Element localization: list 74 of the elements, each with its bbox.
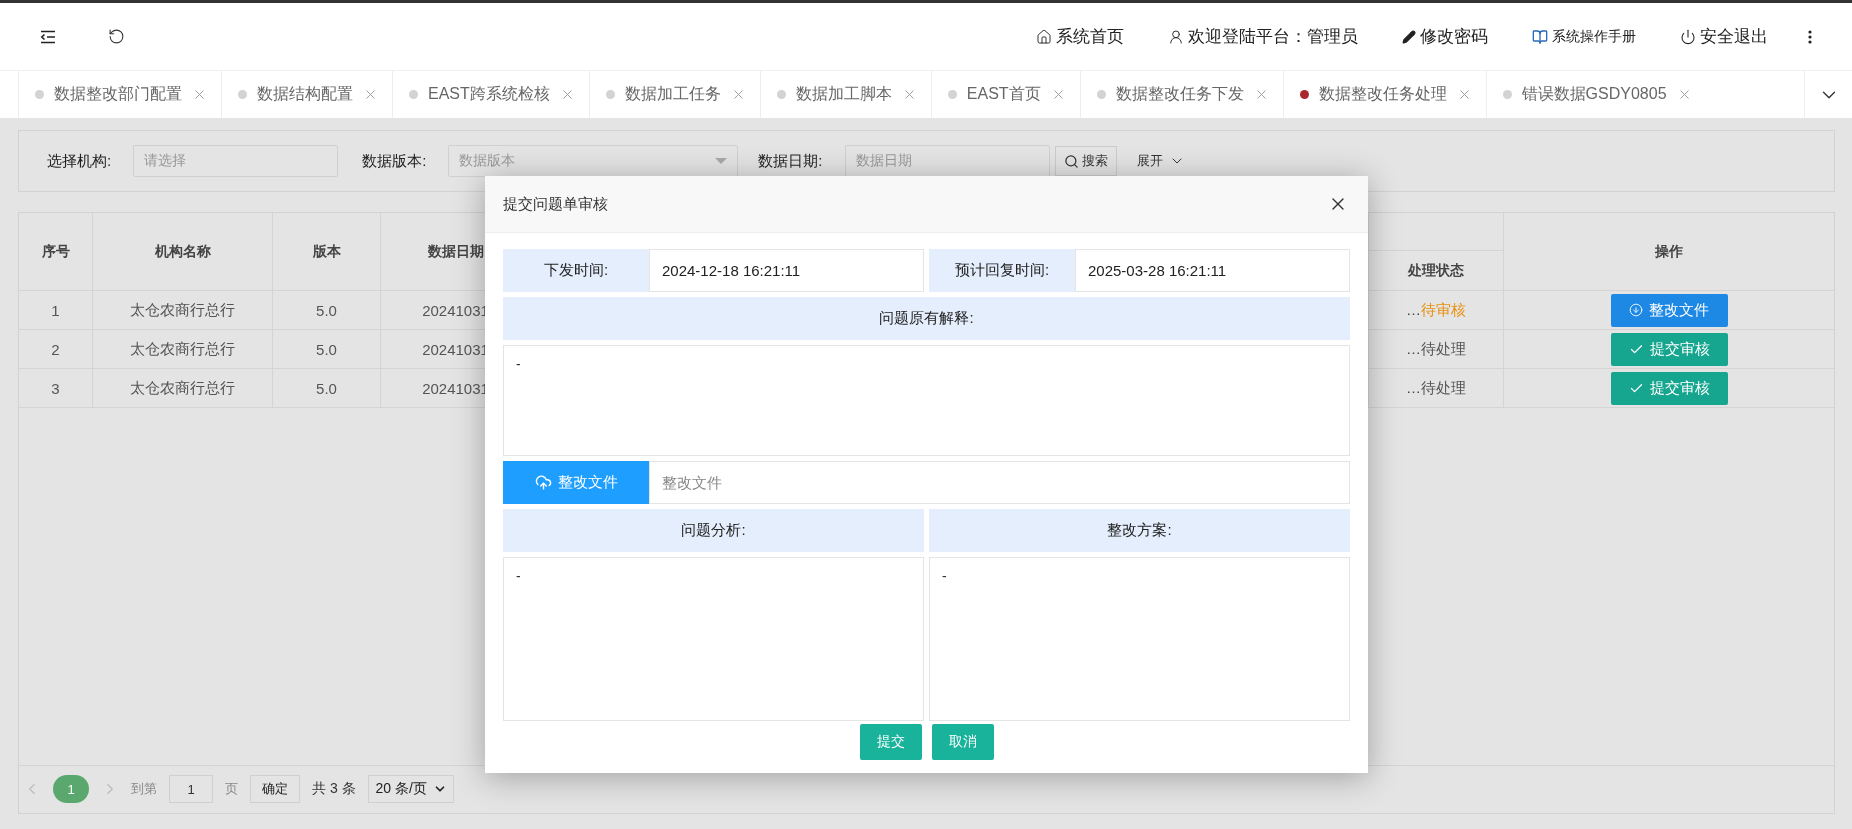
- filter-label: 数据版本:: [362, 151, 427, 171]
- nav-label: 系统操作手册: [1552, 27, 1636, 46]
- download-file-button[interactable]: 整改文件: [1610, 293, 1728, 327]
- section-heading: 问题分析:: [503, 509, 924, 552]
- table-cell: 太仓农商行总行: [93, 369, 273, 408]
- nav-link[interactable]: 系统操作手册: [1532, 27, 1636, 46]
- search-icon: [1063, 153, 1079, 169]
- table-cell: 2: [19, 330, 93, 369]
- expand-button[interactable]: 展开: [1130, 151, 1191, 171]
- more-icon: [1808, 29, 1812, 44]
- submit-review-button[interactable]: 提交审核: [1610, 332, 1728, 366]
- tab-label: 数据整改任务下发: [1115, 84, 1244, 104]
- tab-label: EAST跨系统检核: [428, 84, 550, 104]
- tab-label: 数据加工脚本: [795, 84, 892, 104]
- analysis-text: -: [503, 557, 924, 721]
- table-cell: 3: [19, 369, 93, 408]
- search-button[interactable]: 搜索: [1054, 146, 1117, 176]
- table-cell: 太仓农商行总行: [93, 291, 273, 330]
- nav-label: 系统首页: [1056, 26, 1124, 48]
- nav-label: 修改密码: [1420, 26, 1488, 48]
- field-value: 2025-03-28 16:21:11: [1075, 249, 1350, 292]
- field-value: 2024-12-18 16:21:11: [649, 249, 924, 292]
- page-size-select[interactable]: 20 条/页: [367, 775, 454, 803]
- column-header: 处理状态: [1407, 260, 1465, 280]
- table-cell: 1: [19, 291, 93, 330]
- page-unit: 页: [225, 780, 238, 798]
- caret-icon: [715, 158, 728, 164]
- download-icon: [1629, 303, 1643, 317]
- page-input[interactable]: 1: [169, 775, 213, 803]
- filter-label: 选择机构:: [47, 151, 112, 171]
- nav-link[interactable]: 安全退出: [1680, 25, 1768, 48]
- upload-field[interactable]: 整改文件: [649, 461, 1350, 504]
- close-icon[interactable]: [363, 87, 378, 102]
- filter-label: 数据日期:: [758, 151, 823, 171]
- status-text: …待处理: [1406, 339, 1466, 359]
- section-heading: 整改方案:: [929, 509, 1350, 552]
- column-header: 操作: [1504, 213, 1834, 291]
- refresh-icon: [108, 28, 125, 45]
- pencil-icon: [1402, 29, 1416, 44]
- power-icon: [1680, 28, 1696, 45]
- column-header: 序号: [19, 213, 93, 291]
- confirm-button[interactable]: 确定: [250, 775, 300, 803]
- tab-label: 数据结构配置: [257, 84, 353, 104]
- field-label: 预计回复时间:: [929, 249, 1075, 292]
- field-label: 下发时间:: [503, 249, 649, 292]
- status-text: …待处理: [1406, 378, 1466, 398]
- plan-text: -: [929, 557, 1350, 721]
- nav-label: 安全退出: [1700, 26, 1768, 48]
- submit-review-button[interactable]: 提交审核: [1610, 371, 1728, 405]
- menu-fold-icon: [40, 29, 56, 44]
- table-cell: 5.0: [273, 330, 381, 369]
- column-header: 机构名称: [93, 213, 273, 291]
- table-cell: 5.0: [273, 291, 381, 330]
- nav-link[interactable]: 系统首页: [1036, 25, 1124, 48]
- column-header: 版本: [273, 213, 381, 291]
- explanation-text: -: [503, 345, 1350, 456]
- tab-label: 错误数据GSDY0805: [1521, 84, 1667, 104]
- table-cell: 太仓农商行总行: [93, 330, 273, 369]
- home-icon: [1036, 28, 1052, 45]
- dialog-title: 提交问题单审核: [503, 194, 608, 214]
- nav-link[interactable]: 修改密码: [1402, 25, 1488, 48]
- tab-label: 数据加工任务: [624, 84, 721, 104]
- tab-label: EAST首页: [966, 84, 1041, 104]
- table-cell: 5.0: [273, 369, 381, 408]
- tab-label: 数据整改任务处理: [1318, 84, 1447, 104]
- goto-label: 到第: [131, 780, 157, 798]
- status-text: …待审核: [1406, 300, 1466, 320]
- user-icon: [1168, 28, 1184, 45]
- tab-label: 数据整改部门配置: [54, 84, 182, 104]
- cloud-upload-icon: [534, 474, 552, 491]
- close-icon[interactable]: [192, 87, 207, 102]
- total-count: 共 3 条: [312, 780, 356, 798]
- section-heading: 问题原有解释:: [503, 297, 1350, 340]
- book-icon: [1532, 28, 1548, 45]
